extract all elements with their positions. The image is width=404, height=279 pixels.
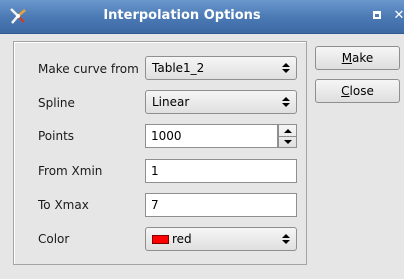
- color-label: Color: [38, 232, 70, 246]
- from-xmin-value: 1: [151, 164, 159, 178]
- from-xmin-label: From Xmin: [38, 164, 103, 178]
- step-down-icon[interactable]: [284, 139, 292, 145]
- close-icon[interactable]: ✕: [390, 7, 404, 25]
- updown-arrows-icon: [282, 63, 290, 73]
- updown-arrows-icon: [282, 97, 290, 107]
- close-mnemonic: C: [341, 84, 350, 98]
- updown-arrows-icon: [282, 234, 290, 244]
- color-select[interactable]: red: [145, 227, 297, 251]
- spline-select[interactable]: Linear: [145, 90, 297, 114]
- make-curve-from-select[interactable]: Table1_2: [145, 56, 297, 80]
- spline-label: Spline: [38, 96, 75, 110]
- points-value: 1000: [151, 129, 182, 143]
- interpolation-options-dialog: Interpolation Options ✕ Make curve from …: [0, 0, 404, 279]
- color-value: red: [172, 232, 192, 246]
- color-swatch: [152, 235, 169, 244]
- window-title: Interpolation Options: [103, 8, 261, 23]
- make-curve-from-label: Make curve from: [38, 62, 139, 76]
- make-button[interactable]: Make: [315, 46, 400, 70]
- title-bar[interactable]: Interpolation Options ✕: [0, 0, 404, 34]
- spline-value: Linear: [152, 95, 190, 109]
- to-xmax-label: To Xmax: [38, 198, 89, 212]
- maximize-icon[interactable]: [369, 7, 387, 25]
- make-button-label: ake: [352, 51, 374, 65]
- points-label: Points: [38, 129, 75, 143]
- points-stepper[interactable]: [278, 124, 297, 148]
- to-xmax-value: 7: [151, 198, 159, 212]
- to-xmax-input[interactable]: 7: [145, 193, 297, 217]
- make-curve-from-value: Table1_2: [152, 61, 205, 75]
- close-button-label: lose: [349, 84, 374, 98]
- from-xmin-input[interactable]: 1: [145, 159, 297, 183]
- close-button[interactable]: Close: [315, 79, 400, 103]
- make-mnemonic: M: [341, 51, 353, 65]
- step-up-icon[interactable]: [284, 128, 292, 134]
- points-input[interactable]: 1000: [145, 124, 278, 148]
